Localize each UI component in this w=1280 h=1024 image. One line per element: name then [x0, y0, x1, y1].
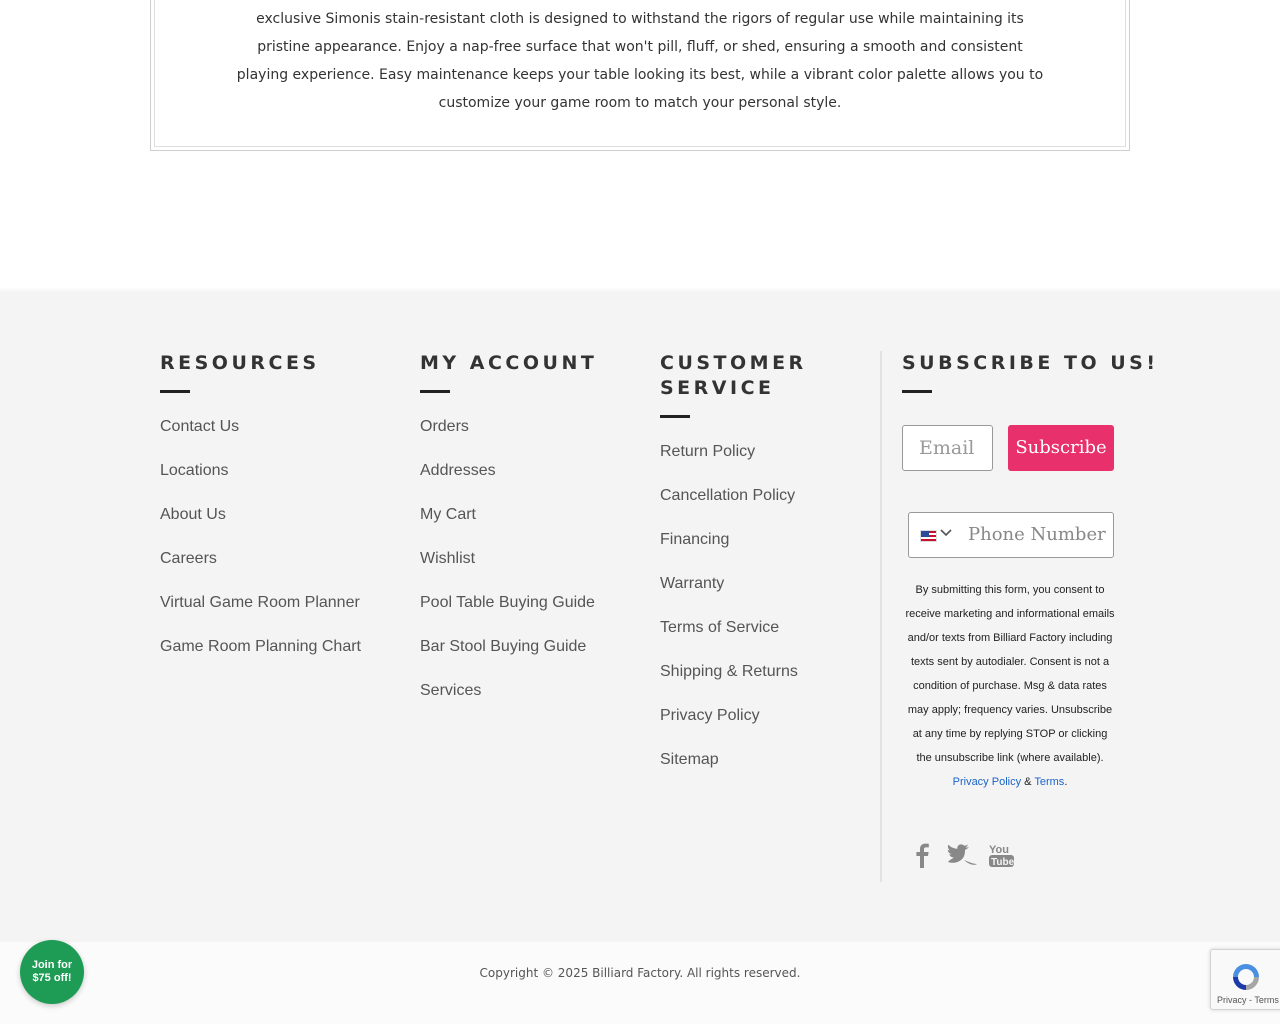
consent-body: By submitting this form, you consent to …	[905, 584, 1115, 764]
terms-of-service-link[interactable]: Terms of Service	[660, 612, 807, 656]
heading-underline	[660, 415, 690, 418]
subscribe-column: SUBSCRIBE TO US!	[902, 351, 1159, 411]
wishlist-link[interactable]: Wishlist	[420, 543, 597, 587]
consent-terms-link[interactable]: Terms	[1034, 776, 1064, 788]
sitemap-link[interactable]: Sitemap	[660, 744, 807, 788]
heading-line-1: CUSTOMER	[660, 352, 807, 374]
privacy-policy-link[interactable]: Privacy Policy	[660, 700, 807, 744]
copyright-bar: Copyright © 2025 Billiard Factory. All r…	[0, 942, 1280, 1024]
column-divider	[880, 351, 882, 882]
heading-underline	[902, 390, 932, 393]
recaptcha-separator: -	[1249, 995, 1253, 1005]
recaptcha-icon	[1229, 962, 1263, 997]
consent-ampersand: &	[1024, 776, 1032, 788]
about-us-link[interactable]: About Us	[160, 499, 361, 543]
services-link[interactable]: Services	[420, 675, 597, 719]
facebook-icon[interactable]	[912, 842, 932, 868]
pool-table-buying-guide-link[interactable]: Pool Table Buying Guide	[420, 587, 597, 631]
svg-text:You: You	[989, 844, 1009, 856]
my-cart-link[interactable]: My Cart	[420, 499, 597, 543]
join-promo-button[interactable]: Join for $75 off!	[20, 940, 84, 1004]
email-input[interactable]: Email	[902, 425, 993, 471]
bar-stool-buying-guide-link[interactable]: Bar Stool Buying Guide	[420, 631, 597, 675]
careers-link[interactable]: Careers	[160, 543, 361, 587]
consent-period: .	[1064, 776, 1068, 788]
recaptcha-badge[interactable]: Privacy - Terms	[1210, 949, 1280, 1010]
orders-link[interactable]: Orders	[420, 411, 597, 455]
sms-consent-text: By submitting this form, you consent to …	[904, 578, 1116, 794]
contact-us-link[interactable]: Contact Us	[160, 411, 361, 455]
addresses-link[interactable]: Addresses	[420, 455, 597, 499]
recaptcha-terms-link[interactable]: Terms	[1254, 995, 1279, 1005]
heading-line-2: SERVICE	[660, 377, 775, 399]
recaptcha-links: Privacy - Terms	[1217, 995, 1279, 1005]
my-account-column: MY ACCOUNT Orders Addresses My Cart Wish…	[420, 351, 597, 719]
financing-link[interactable]: Financing	[660, 524, 807, 568]
customer-service-column: CUSTOMER SERVICE Return Policy Cancellat…	[660, 351, 807, 788]
product-description-box: exclusive Simonis stain-resistant cloth …	[150, 0, 1130, 151]
product-description-text: exclusive Simonis stain-resistant cloth …	[236, 11, 1044, 111]
consent-privacy-policy-link[interactable]: Privacy Policy	[953, 776, 1021, 788]
copyright-text: Copyright © 2025 Billiard Factory. All r…	[479, 966, 801, 980]
site-footer: RESOURCES Contact Us Locations About Us …	[0, 291, 1280, 942]
twitter-icon[interactable]	[946, 842, 978, 868]
return-policy-link[interactable]: Return Policy	[660, 436, 807, 480]
phone-number-placeholder: Phone Number	[968, 524, 1106, 545]
shipping-returns-link[interactable]: Shipping & Returns	[660, 656, 807, 700]
account-links: Orders Addresses My Cart Wishlist Pool T…	[420, 411, 597, 719]
recaptcha-privacy-link[interactable]: Privacy	[1217, 995, 1247, 1005]
svg-text:Tube: Tube	[991, 857, 1015, 868]
email-subscribe-form: Email Subscribe	[902, 425, 1114, 471]
chevron-down-icon[interactable]	[940, 526, 952, 541]
promo-line-2: $75 off!	[32, 972, 72, 984]
heading-underline	[160, 390, 190, 393]
customer-service-heading: CUSTOMER SERVICE	[660, 351, 807, 401]
promo-line-1: Join for	[31, 959, 73, 971]
warranty-link[interactable]: Warranty	[660, 568, 807, 612]
youtube-icon[interactable]: You Tube	[988, 842, 1016, 868]
phone-number-field[interactable]: Phone Number	[908, 512, 1114, 558]
locations-link[interactable]: Locations	[160, 455, 361, 499]
subscribe-heading: SUBSCRIBE TO US!	[902, 352, 1159, 374]
subscribe-button[interactable]: Subscribe	[1008, 425, 1114, 471]
virtual-game-room-planner-link[interactable]: Virtual Game Room Planner	[160, 587, 361, 631]
resources-heading: RESOURCES	[160, 352, 320, 374]
us-flag-icon[interactable]	[920, 530, 937, 542]
cancellation-policy-link[interactable]: Cancellation Policy	[660, 480, 807, 524]
resources-links: Contact Us Locations About Us Careers Vi…	[160, 411, 361, 675]
my-account-heading: MY ACCOUNT	[420, 352, 598, 374]
customer-service-links: Return Policy Cancellation Policy Financ…	[660, 436, 807, 788]
heading-underline	[420, 390, 450, 393]
resources-column: RESOURCES Contact Us Locations About Us …	[160, 351, 361, 675]
game-room-planning-chart-link[interactable]: Game Room Planning Chart	[160, 631, 361, 675]
